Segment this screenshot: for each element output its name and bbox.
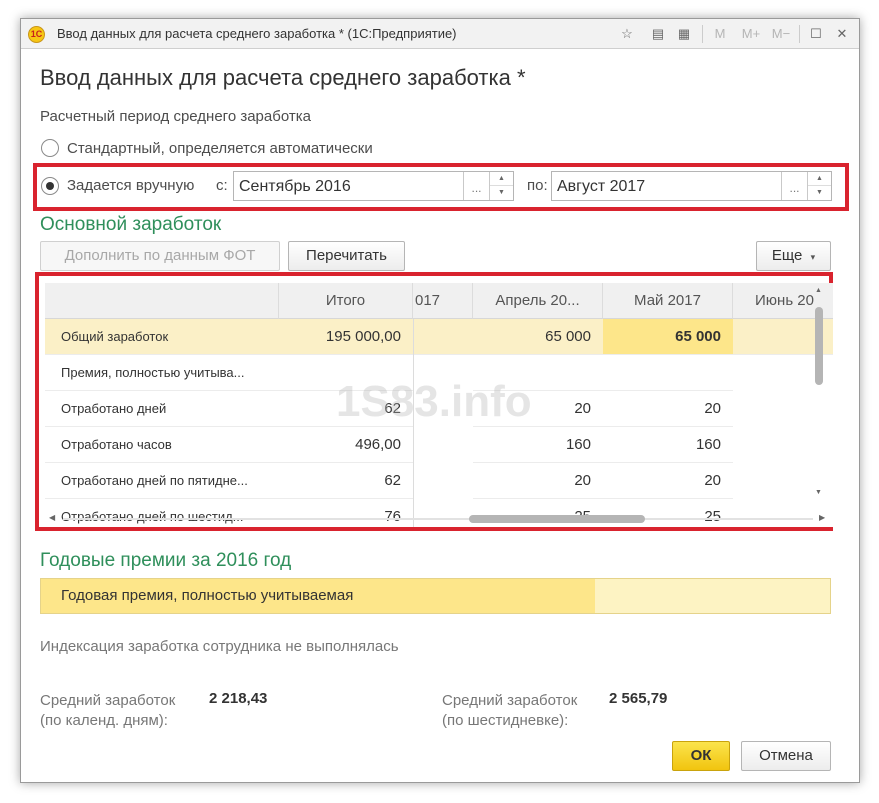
period-to-value: Август 2017 <box>557 178 646 195</box>
table-cell[interactable] <box>414 319 473 355</box>
scroll-right-icon[interactable]: ▶ <box>819 513 825 522</box>
header-partial-month[interactable]: 017 <box>413 283 473 319</box>
calculator-icon[interactable]: ▤ <box>647 24 669 44</box>
bonuses-section-title: Годовые премии за 2016 год <box>40 550 292 571</box>
fill-from-payroll-button[interactable]: Дополнить по данным ФОТ <box>40 241 280 271</box>
table-horizontal-scrollbar[interactable]: ◀ ▶ <box>49 513 829 525</box>
choose-from-button[interactable]: ... <box>463 172 489 200</box>
from-stepper[interactable]: ▲ ▼ <box>489 172 513 200</box>
calendar-icon[interactable]: ▦ <box>673 24 695 44</box>
table-cell-total[interactable]: 195 000,00 <box>279 319 413 355</box>
radio-auto-label[interactable]: Стандартный, определяется автоматически <box>67 140 373 157</box>
cancel-button[interactable]: Отмена <box>741 741 831 771</box>
scroll-left-icon[interactable]: ◀ <box>49 513 55 522</box>
scroll-up-icon[interactable]: ▲ <box>815 287 822 294</box>
favorite-star-icon[interactable]: ☆ <box>616 24 638 44</box>
to-label: по: <box>527 177 548 194</box>
avg-calendar-value: 2 218,43 <box>209 690 268 707</box>
table-cell-total[interactable]: 496,00 <box>279 427 413 463</box>
stepper-up-icon[interactable]: ▲ <box>490 172 513 186</box>
header-name-col <box>45 283 279 319</box>
avg-sixday-label: Средний заработок <box>442 692 578 709</box>
from-label: с: <box>216 177 228 194</box>
ok-button[interactable]: ОК <box>672 741 730 771</box>
vertical-scroll-thumb[interactable] <box>815 307 823 385</box>
radio-auto[interactable] <box>41 139 59 157</box>
table-row-label[interactable]: Отработано часов <box>45 427 279 463</box>
period-to-field[interactable]: Август 2017 ... ▲ ▼ <box>551 171 832 201</box>
horizontal-scroll-track[interactable] <box>63 518 813 520</box>
more-button-label: Еще <box>771 247 803 264</box>
title-bar: 1С Ввод данных для расчета среднего зара… <box>21 19 859 49</box>
header-total[interactable]: Итого <box>279 283 413 319</box>
maximize-icon[interactable]: ☐ <box>805 24 827 44</box>
table-cell[interactable]: 20 <box>603 463 733 499</box>
table-cell-selected[interactable]: 65 000 <box>603 319 733 355</box>
window-title: Ввод данных для расчета среднего заработ… <box>57 26 457 41</box>
header-april[interactable]: Апрель 20... <box>473 283 603 319</box>
avg-calendar-sublabel: (по календ. дням): <box>40 712 168 729</box>
indexation-note: Индексация заработка сотрудника не выпол… <box>40 638 399 655</box>
table-row-label[interactable]: Отработано дней <box>45 391 279 427</box>
stepper-down-icon[interactable]: ▼ <box>808 186 831 200</box>
close-icon[interactable]: ✕ <box>831 24 853 44</box>
table-row-label[interactable]: Отработано дней по пятидне... <box>45 463 279 499</box>
radio-manual[interactable] <box>41 177 59 195</box>
dialog-window: 1С Ввод данных для расчета среднего зара… <box>20 18 860 783</box>
bonus-row[interactable]: Годовая премия, полностью учитываемая <box>40 578 831 614</box>
table-cell[interactable]: 20 <box>603 391 733 427</box>
choose-to-button[interactable]: ... <box>781 172 807 200</box>
dropdown-arrow-icon: ▾ <box>810 252 816 262</box>
table-cell[interactable]: 160 <box>473 427 603 463</box>
watermark: 1S83.info <box>336 377 532 426</box>
avg-calendar-label: Средний заработок <box>40 692 176 709</box>
form-title: Ввод данных для расчета среднего заработ… <box>40 65 526 90</box>
to-stepper[interactable]: ▲ ▼ <box>807 172 831 200</box>
table-cell[interactable] <box>603 355 733 391</box>
stepper-down-icon[interactable]: ▼ <box>490 186 513 200</box>
1c-logo-icon: 1С <box>28 26 45 43</box>
horizontal-scroll-thumb[interactable] <box>469 515 645 523</box>
scroll-down-icon[interactable]: ▼ <box>815 489 822 496</box>
table-row-label[interactable]: Премия, полностью учитыва... <box>45 355 279 391</box>
memory-minus-button[interactable]: M− <box>767 24 795 44</box>
reread-button[interactable]: Перечитать <box>288 241 405 271</box>
avg-sixday-value: 2 565,79 <box>609 690 668 707</box>
table-cell[interactable]: 160 <box>603 427 733 463</box>
header-may[interactable]: Май 2017 <box>603 283 733 319</box>
period-from-field[interactable]: Сентябрь 2016 ... ▲ ▼ <box>233 171 514 201</box>
memory-plus-button[interactable]: M+ <box>737 24 765 44</box>
memory-m-button[interactable]: M <box>709 24 731 44</box>
more-button[interactable]: Еще ▾ <box>756 241 831 271</box>
avg-sixday-sublabel: (по шестидневке): <box>442 712 569 729</box>
radio-manual-label[interactable]: Задается вручную <box>67 177 194 194</box>
period-from-value: Сентябрь 2016 <box>239 178 351 195</box>
period-label: Расчетный период среднего заработка <box>40 108 311 125</box>
table-cell[interactable]: 20 <box>473 463 603 499</box>
table-cell-total[interactable]: 62 <box>279 463 413 499</box>
table-cell[interactable]: 65 000 <box>473 319 603 355</box>
stepper-up-icon[interactable]: ▲ <box>808 172 831 186</box>
earnings-section-title: Основной заработок <box>40 214 222 235</box>
bonus-row-label[interactable]: Годовая премия, полностью учитываемая <box>61 587 353 604</box>
table-vertical-scrollbar[interactable]: ▲ ▼ <box>814 287 824 499</box>
table-row-label[interactable]: Общий заработок <box>45 319 279 355</box>
